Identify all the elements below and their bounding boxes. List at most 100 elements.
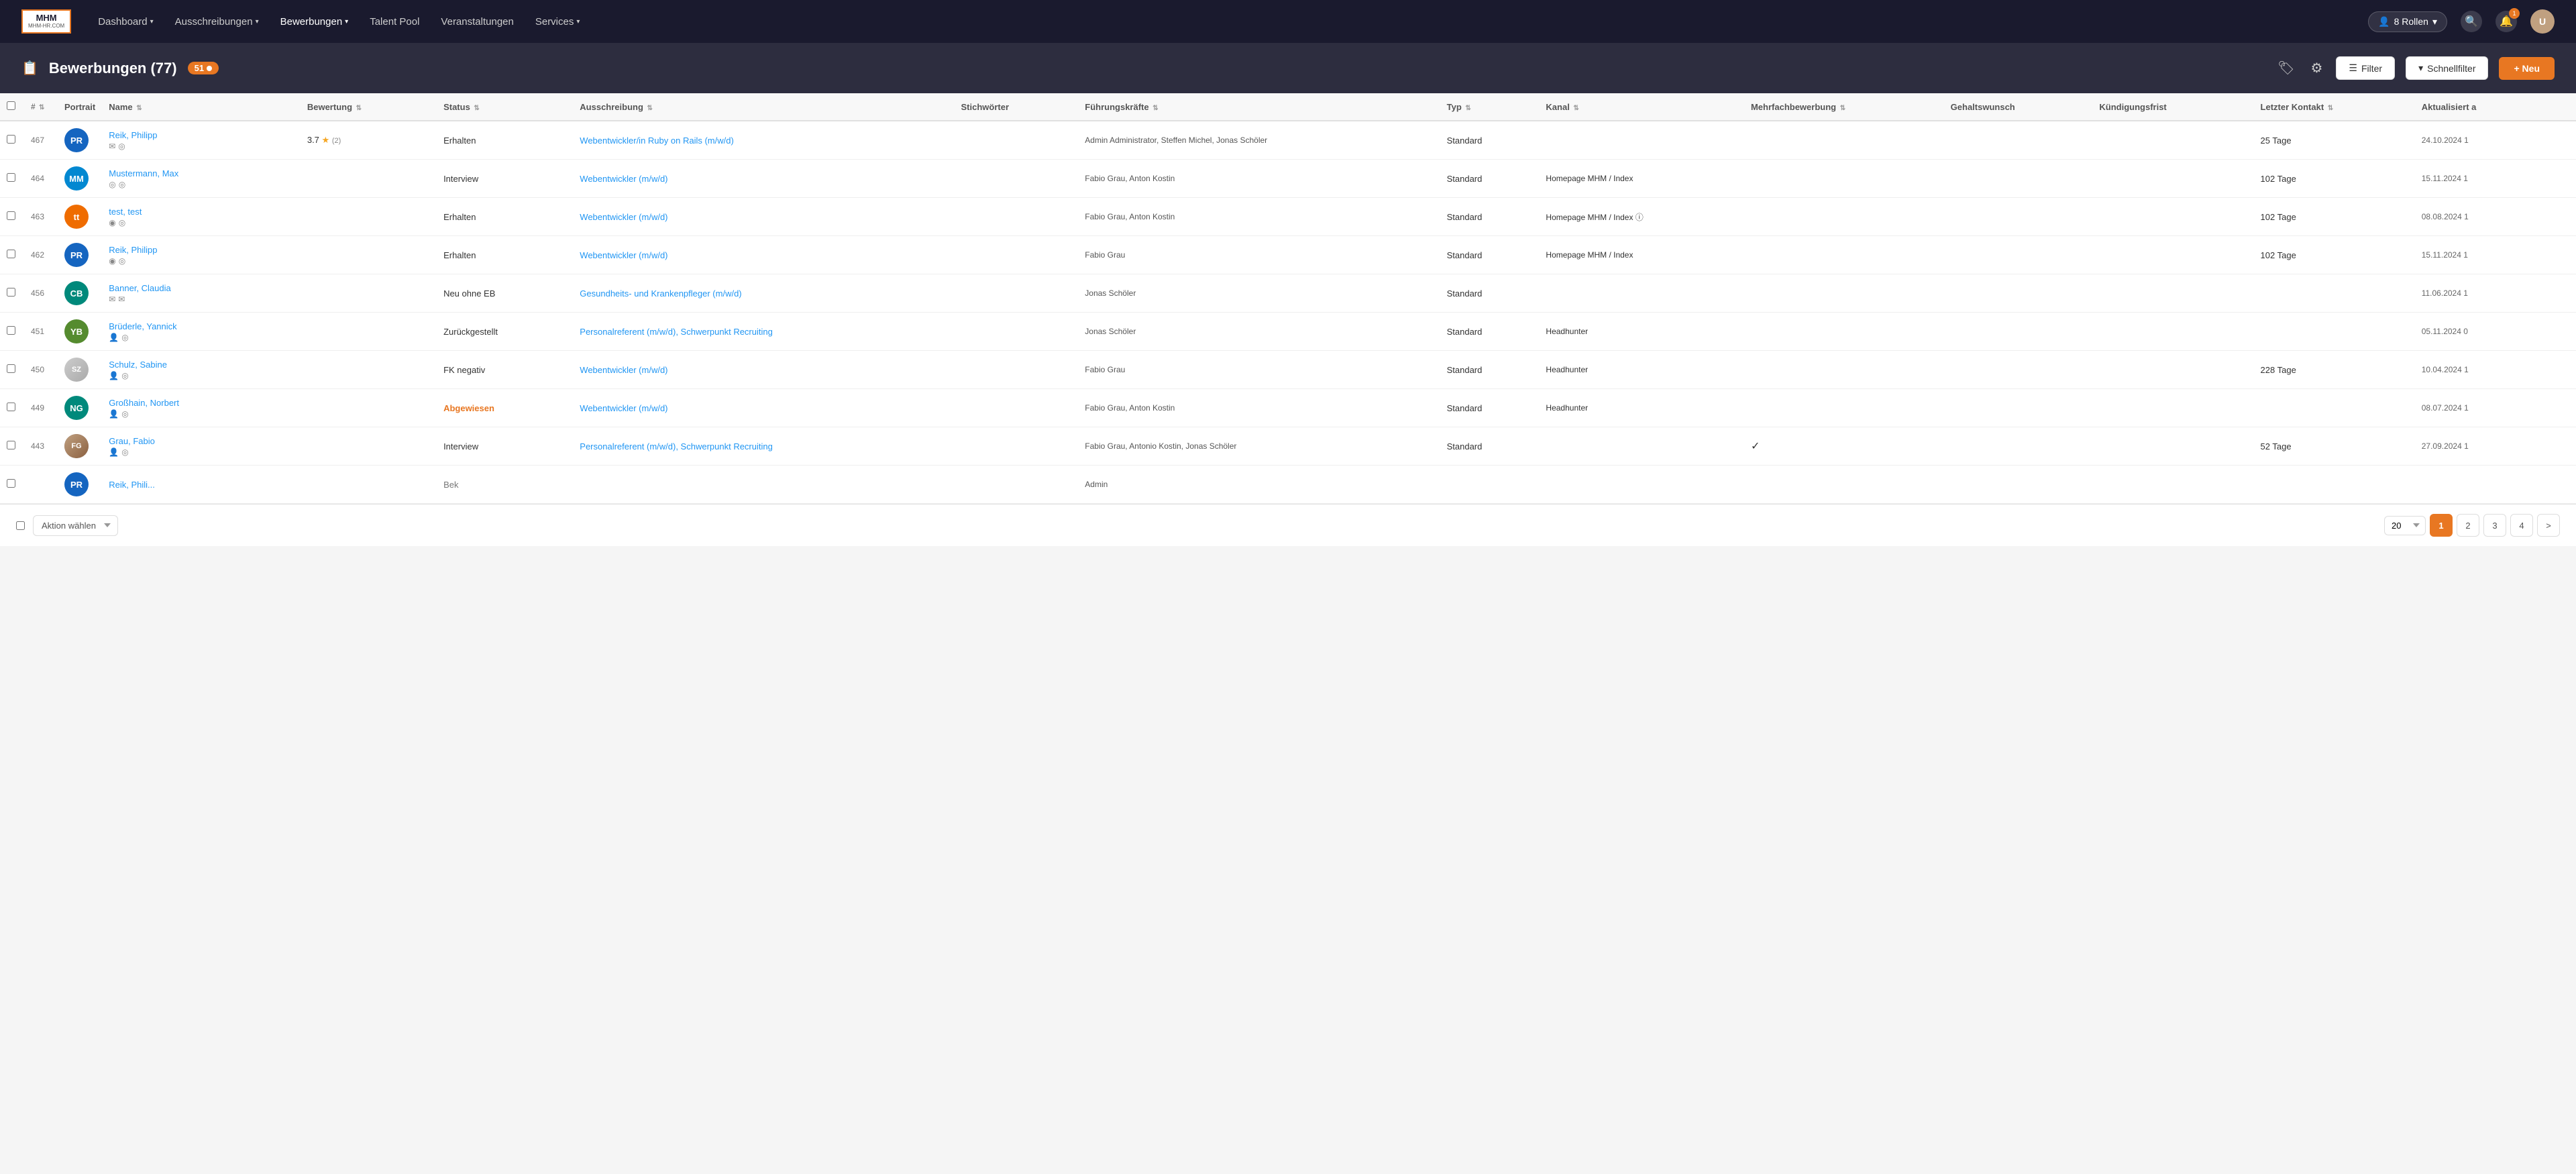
col-name[interactable]: Name ⇅: [102, 93, 301, 121]
row-gehalt: [1944, 121, 2093, 160]
row-ausschreibung: Gesundheits- und Krankenpfleger (m/w/d): [573, 274, 954, 313]
ausschreibung-link[interactable]: Webentwickler (m/w/d): [580, 403, 667, 413]
settings-icon-button[interactable]: ⚙: [2308, 57, 2325, 79]
col-kanal[interactable]: Kanal ⇅: [1539, 93, 1744, 121]
table-body: 467PR Reik, Philipp ✉◎ 3.7 ★ (2)Erhalten…: [0, 121, 2576, 504]
search-button[interactable]: 🔍: [2461, 11, 2482, 32]
row-gehalt: [1944, 160, 2093, 198]
row-checkbox-5[interactable]: [7, 326, 15, 335]
page-btn-1[interactable]: 1: [2430, 514, 2453, 537]
row-bewertung: 3.7 ★ (2): [301, 121, 437, 160]
footer-select-all[interactable]: [16, 521, 25, 530]
chevron-down-icon: ▾: [345, 18, 348, 25]
row-letzter: 52 Tage: [2254, 427, 2415, 466]
ausschreibung-link[interactable]: Webentwickler (m/w/d): [580, 365, 667, 375]
logo[interactable]: MHM MHM-HR.COM: [21, 9, 71, 33]
ausschreibung-link[interactable]: Webentwickler/in Ruby on Rails (m/w/d): [580, 136, 734, 146]
user-icon: 👤: [2378, 16, 2390, 28]
row-fuhrung: Fabio Grau: [1078, 236, 1440, 274]
row-stichworter: [955, 121, 1079, 160]
roles-button[interactable]: 👤 8 Rollen ▾: [2368, 11, 2447, 32]
col-letzter[interactable]: Letzter Kontakt ⇅: [2254, 93, 2415, 121]
row-checkbox-1[interactable]: [7, 173, 15, 182]
ausschreibung-link[interactable]: Webentwickler (m/w/d): [580, 212, 667, 222]
select-all-checkbox[interactable]: [7, 101, 15, 110]
row-checkbox-7[interactable]: [7, 403, 15, 411]
contact-icon: 👤: [109, 371, 119, 380]
tag-icon-button[interactable]: 🏷: [2275, 57, 2297, 79]
partial-name: Reik, Phili...: [102, 466, 301, 504]
row-portrait: tt: [58, 198, 102, 236]
row-mehrfach: [1744, 313, 1944, 351]
count-value: 51: [195, 63, 204, 73]
row-stichworter: [955, 274, 1079, 313]
ausschreibung-link[interactable]: Personalreferent (m/w/d), Schwerpunkt Re…: [580, 441, 773, 451]
row-letzter: 102 Tage: [2254, 198, 2415, 236]
table-row: 463tt test, test ◉◎ Erhalten Webentwickl…: [0, 198, 2576, 236]
nav-link-ausschreibungen[interactable]: Ausschreibungen ▾: [175, 16, 259, 28]
row-name-link[interactable]: test, test: [109, 207, 142, 217]
row-name-cell: Brüderle, Yannick 👤◎: [102, 313, 301, 351]
nav-link-bewerbungen[interactable]: Bewerbungen ▾: [280, 16, 349, 28]
row-name-link[interactable]: Grau, Fabio: [109, 436, 155, 446]
row-name-link[interactable]: Schulz, Sabine: [109, 360, 167, 370]
ausschreibung-link[interactable]: Webentwickler (m/w/d): [580, 174, 667, 184]
partial-name-link[interactable]: Reik, Phili...: [109, 480, 155, 490]
col-id[interactable]: # ⇅: [24, 93, 58, 121]
bewerbungen-icon: 📋: [21, 60, 38, 76]
row-name-link[interactable]: Brüderle, Yannick: [109, 321, 176, 331]
avatar[interactable]: U: [2530, 9, 2555, 34]
schnellfilter-button[interactable]: ▾ Schnellfilter: [2406, 56, 2488, 80]
row-kanal: Homepage MHM / Index: [1539, 160, 1744, 198]
row-checkbox-partial[interactable]: [7, 479, 15, 488]
contact-icon: ◎: [119, 256, 125, 266]
row-name-link[interactable]: Großhain, Norbert: [109, 398, 179, 408]
row-checkbox-0[interactable]: [7, 135, 15, 144]
col-fuhrung[interactable]: Führungskräfte ⇅: [1078, 93, 1440, 121]
row-checkbox-6[interactable]: [7, 364, 15, 373]
row-ausschreibung: Webentwickler (m/w/d): [573, 351, 954, 389]
page-size-select[interactable]: 20 50 100: [2384, 516, 2426, 535]
page-btn-3[interactable]: 3: [2483, 514, 2506, 537]
col-status[interactable]: Status ⇅: [437, 93, 573, 121]
contact-icon: ✉: [109, 142, 115, 151]
col-mehrfach[interactable]: Mehrfachbewerbung ⇅: [1744, 93, 1944, 121]
row-portrait: MM: [58, 160, 102, 198]
row-checkbox-8[interactable]: [7, 441, 15, 449]
contact-icon: ◎: [121, 447, 128, 457]
ausschreibung-link[interactable]: Personalreferent (m/w/d), Schwerpunkt Re…: [580, 327, 773, 337]
row-checkbox-4[interactable]: [7, 288, 15, 297]
nav-right: 👤 8 Rollen ▾ 🔍 🔔 1 U: [2368, 9, 2555, 34]
ausschreibung-link[interactable]: Gesundheits- und Krankenpfleger (m/w/d): [580, 288, 741, 299]
col-bewertung[interactable]: Bewertung ⇅: [301, 93, 437, 121]
row-stichworter: [955, 389, 1079, 427]
page-btn-2[interactable]: 2: [2457, 514, 2479, 537]
page-btn-next[interactable]: >: [2537, 514, 2560, 537]
new-button[interactable]: + Neu: [2499, 57, 2555, 80]
col-gehalt: Gehaltswunsch: [1944, 93, 2093, 121]
row-checkbox-2[interactable]: [7, 211, 15, 220]
page-btn-4[interactable]: 4: [2510, 514, 2533, 537]
aktion-select[interactable]: Aktion wählen: [33, 515, 118, 536]
nav-link-services[interactable]: Services ▾: [535, 16, 580, 28]
row-name-link[interactable]: Reik, Philipp: [109, 130, 157, 140]
col-typ[interactable]: Typ ⇅: [1440, 93, 1540, 121]
row-typ: Standard: [1440, 389, 1540, 427]
table-row: 451YB Brüderle, Yannick 👤◎ Zurückgestell…: [0, 313, 2576, 351]
row-name-cell: Grau, Fabio 👤◎: [102, 427, 301, 466]
filter-button[interactable]: ☰ Filter: [2336, 56, 2395, 80]
ausschreibung-link[interactable]: Webentwickler (m/w/d): [580, 250, 667, 260]
row-id: 450: [24, 351, 58, 389]
row-fuhrung: Fabio Grau, Anton Kostin: [1078, 389, 1440, 427]
nav-link-dashboard[interactable]: Dashboard ▾: [98, 16, 153, 28]
nav-link-veranstaltungen[interactable]: Veranstaltungen: [441, 16, 513, 28]
row-bewertung: [301, 236, 437, 274]
row-name-link[interactable]: Mustermann, Max: [109, 168, 178, 178]
col-aktualisiert[interactable]: Aktualisiert a: [2415, 93, 2576, 121]
col-stichworter: Stichwörter: [955, 93, 1079, 121]
row-name-link[interactable]: Reik, Philipp: [109, 245, 157, 255]
row-checkbox-3[interactable]: [7, 250, 15, 258]
col-ausschreibung[interactable]: Ausschreibung ⇅: [573, 93, 954, 121]
row-name-link[interactable]: Banner, Claudia: [109, 283, 171, 293]
nav-link-talent-pool[interactable]: Talent Pool: [370, 16, 419, 28]
